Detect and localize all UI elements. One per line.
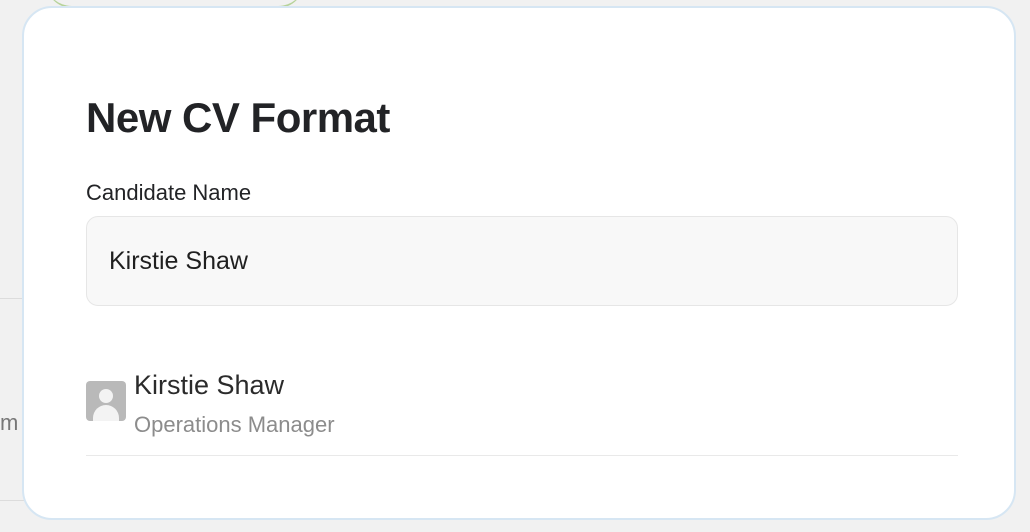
avatar-head-shape [99, 389, 113, 403]
new-cv-format-modal: New CV Format Candidate Name Kirstie Sha… [22, 6, 1016, 520]
user-placeholder-icon [86, 381, 126, 421]
suggestion-name: Kirstie Shaw [134, 370, 285, 400]
modal-title: New CV Format [86, 94, 390, 141]
candidate-name-input[interactable] [86, 216, 958, 306]
avatar-body-shape [93, 405, 119, 421]
background-text: m [0, 410, 19, 435]
candidate-suggestion-item[interactable]: Kirstie Shaw Operations Manager [86, 368, 958, 456]
candidate-name-label: Candidate Name [86, 180, 252, 205]
suggestion-role: Operations Manager [134, 412, 335, 437]
